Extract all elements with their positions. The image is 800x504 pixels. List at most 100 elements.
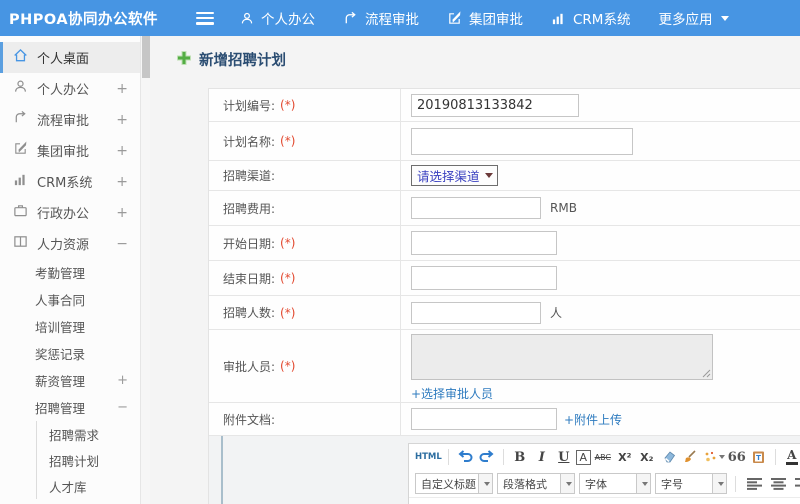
undo-icon[interactable] (455, 447, 475, 467)
caret-down-icon (483, 481, 490, 486)
plan-number-input[interactable] (411, 93, 579, 117)
superscript-button[interactable]: X² (615, 447, 635, 467)
align-left-icon[interactable] (744, 474, 764, 494)
recruitment-plan-form: 计划编号: (*) 计划名称: (*) 招聘渠道: (208, 88, 800, 504)
expand-icon[interactable]: + (116, 143, 128, 159)
headcount-input[interactable] (411, 301, 541, 324)
sidebar-item-group-approval[interactable]: 集团审批 + (0, 135, 140, 166)
svg-text:T: T (756, 454, 761, 462)
collapse-icon[interactable]: − (117, 400, 128, 415)
nav-process-approval[interactable]: 流程审批 (343, 8, 419, 28)
sidebar-item-talent-pool[interactable]: 人才库 (37, 473, 140, 499)
expand-icon[interactable]: + (117, 373, 128, 388)
hamburger-menu-icon[interactable] (196, 11, 214, 25)
underline-button[interactable]: U (554, 447, 574, 467)
sidebar-item-training[interactable]: 培训管理 (0, 313, 140, 340)
paragraph-format-select[interactable]: 段落格式 (497, 473, 575, 494)
briefcase-icon (13, 203, 37, 222)
blockquote-button[interactable]: 66 (727, 447, 747, 467)
plan-name-input[interactable] (411, 127, 633, 155)
expand-icon[interactable]: + (116, 81, 128, 97)
sidebar-item-admin-office[interactable]: 行政办公 + (0, 197, 140, 228)
expand-icon[interactable]: + (116, 174, 128, 190)
required-mark: (*) (280, 305, 296, 320)
nav-more-apps[interactable]: 更多应用 (658, 8, 730, 28)
form-row-start-date: 开始日期: (*) (209, 226, 800, 261)
font-color-button[interactable]: A (782, 447, 800, 467)
nav-crm-system[interactable]: CRM系统 (551, 8, 630, 28)
end-date-input[interactable] (411, 266, 557, 290)
approver-textarea[interactable] (411, 334, 713, 380)
editor-toolbar-bottom: 自定义标题 段落格式 字体 字号 (409, 470, 800, 497)
expand-icon[interactable]: + (116, 112, 128, 128)
align-right-icon[interactable] (792, 474, 800, 494)
nav-group-approval[interactable]: 集团审批 (447, 8, 523, 28)
sidebar-item-process-approval[interactable]: 流程审批 + (0, 104, 140, 135)
char-border-button[interactable]: A (575, 449, 591, 465)
caret-down-icon (721, 15, 730, 21)
redo-icon[interactable] (477, 447, 497, 467)
choose-approver-link[interactable]: +选择审批人员 (411, 385, 493, 402)
home-icon (13, 48, 37, 67)
form-row-content-editor: HTML B I U A ABC X² X₂ 66 T A 自定义标题 段落格式… (209, 436, 800, 504)
strikethrough-button[interactable]: ABC (593, 447, 613, 467)
caret-down-icon (565, 481, 572, 486)
attachment-upload-link[interactable]: +附件上传 (564, 411, 622, 428)
sidebar-item-crm[interactable]: CRM系统 + (0, 166, 140, 197)
chart-icon (551, 11, 566, 26)
sidebar-item-salary[interactable]: 薪资管理 + (0, 367, 140, 394)
collapse-icon[interactable]: − (116, 236, 128, 252)
form-row-plan-name: 计划名称: (*) (209, 122, 800, 161)
font-family-select[interactable]: 字体 (579, 473, 651, 494)
form-row-plan-number: 计划编号: (*) (209, 89, 800, 122)
sidebar-item-hr-contract[interactable]: 人事合同 (0, 286, 140, 313)
expand-icon[interactable]: + (116, 205, 128, 221)
sidebar-item-recruit-demand[interactable]: 招聘需求 (37, 421, 140, 447)
bold-button[interactable]: B (510, 447, 530, 467)
font-size-select[interactable]: 字号 (655, 473, 727, 494)
auto-typeset-icon[interactable] (703, 447, 725, 467)
subscript-button[interactable]: X₂ (637, 447, 657, 467)
content-scrollbar (140, 36, 150, 504)
sidebar-item-desktop[interactable]: 个人桌面 (0, 42, 140, 73)
start-date-input[interactable] (411, 231, 557, 255)
edit-icon (447, 10, 462, 26)
format-brush-icon[interactable] (681, 447, 701, 467)
field-label: 开始日期: (223, 236, 276, 251)
sidebar-item-recruitment[interactable]: 招聘管理 − (0, 394, 140, 421)
recruitment-submenu: 招聘需求 招聘计划 人才库 (36, 421, 140, 499)
nav-personal-office[interactable]: 个人办公 (240, 8, 315, 28)
rich-text-editor: HTML B I U A ABC X² X₂ 66 T A 自定义标题 段落格式… (408, 443, 800, 504)
caret-down-icon (641, 481, 648, 486)
sidebar-item-hr[interactable]: 人力资源 − (0, 228, 140, 259)
caret-down-icon (718, 455, 725, 459)
channel-select[interactable]: 请选择渠道 (411, 165, 498, 186)
scrollbar-thumb[interactable] (142, 36, 150, 78)
attachment-input[interactable] (411, 408, 557, 430)
paste-icon[interactable]: T (749, 447, 769, 467)
sidebar-item-attendance[interactable]: 考勤管理 (0, 259, 140, 286)
field-label: 结束日期: (223, 271, 276, 286)
form-row-fee: 招聘费用: RMB (209, 191, 800, 226)
align-center-icon[interactable] (768, 474, 788, 494)
sidebar-item-recruit-plan[interactable]: 招聘计划 (37, 447, 140, 473)
fee-input[interactable] (411, 197, 541, 219)
sidebar-item-rewards[interactable]: 奖惩记录 (0, 340, 140, 367)
add-plus-icon (177, 50, 191, 69)
sidebar-item-personal-office[interactable]: 个人办公 + (0, 73, 140, 104)
process-icon (343, 11, 358, 26)
page-title: 新增招聘计划 (177, 49, 286, 70)
required-mark: (*) (280, 236, 296, 250)
app-brand: PHPOA协同办公软件 (9, 11, 159, 28)
sidebar: 个人桌面 个人办公 + 流程审批 + 集团审批 + CRM系统 + 行政办公 + (0, 36, 140, 504)
source-code-button[interactable]: HTML (415, 447, 442, 467)
required-mark: (*) (280, 98, 296, 112)
field-label: 计划名称: (223, 134, 276, 149)
custom-title-select[interactable]: 自定义标题 (415, 473, 493, 494)
italic-button[interactable]: I (532, 447, 552, 467)
field-label: 招聘渠道: (223, 169, 276, 183)
eraser-icon[interactable] (659, 447, 679, 467)
chart-icon (13, 172, 37, 191)
editor-content-area[interactable] (409, 497, 800, 504)
form-row-approver: 审批人员: (*) +选择审批人员 (209, 330, 800, 403)
